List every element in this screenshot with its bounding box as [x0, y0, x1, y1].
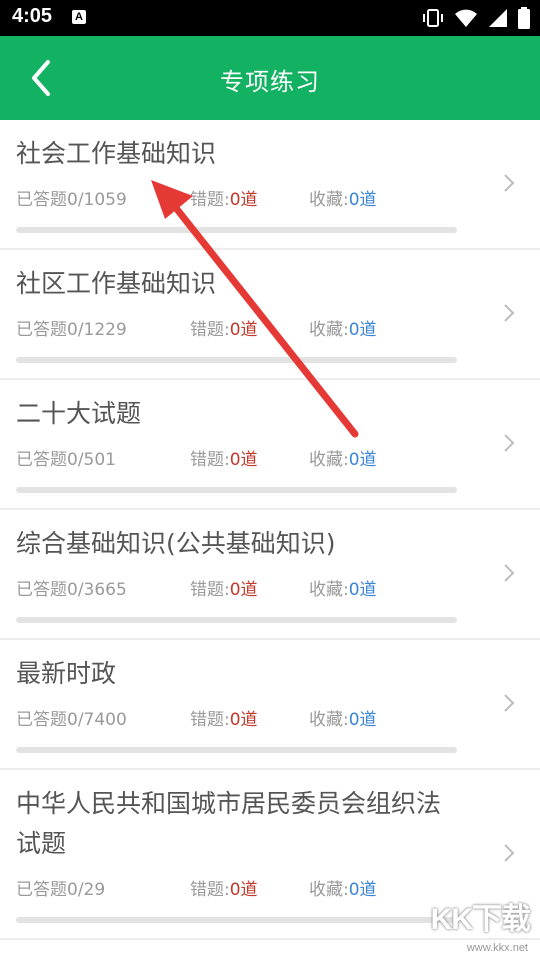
practice-list: 社会工作基础知识 已答题0/1059 错题:0道 收藏:0道 社区工作基础知识 … [0, 120, 540, 940]
item-title: 综合基础知识(公共基础知识) [16, 529, 336, 558]
item-title: 中华人民共和国城市居民委员会组织法试题 [16, 789, 442, 858]
chevron-right-icon [504, 434, 515, 452]
list-item[interactable]: 二十大试题 已答题0/501 错题:0道 收藏:0道 [0, 380, 540, 510]
item-meta: 已答题0/7400 错题:0道 收藏:0道 [16, 708, 496, 732]
answered-count: 已答题0/29 [16, 880, 106, 900]
item-title: 社会工作基础知识 [16, 139, 217, 168]
list-item[interactable]: 社会工作基础知识 已答题0/1059 错题:0道 收藏:0道 [0, 120, 540, 250]
status-bar: 4:05 A [0, 0, 540, 36]
item-meta: 已答题0/3665 错题:0道 收藏:0道 [16, 578, 496, 602]
answered-count: 已答题0/3665 [16, 580, 127, 600]
notification-icon: A [72, 10, 86, 24]
answered-count: 已答题0/1059 [16, 190, 127, 210]
favorite-count: 收藏:0道 [309, 450, 377, 470]
signal-icon [489, 9, 507, 27]
header: 专项练习 [0, 36, 540, 120]
progress-bar [16, 487, 457, 493]
favorite-count: 收藏:0道 [309, 190, 377, 210]
favorite-count: 收藏:0道 [309, 320, 377, 340]
favorite-count: 收藏:0道 [309, 580, 377, 600]
list-item[interactable]: 最新时政 已答题0/7400 错题:0道 收藏:0道 [0, 640, 540, 770]
favorite-count: 收藏:0道 [309, 710, 377, 730]
wrong-count: 错题:0道 [190, 450, 258, 470]
wifi-icon [455, 9, 477, 27]
item-meta: 已答题0/1059 错题:0道 收藏:0道 [16, 188, 496, 212]
list-item[interactable]: 综合基础知识(公共基础知识) 已答题0/3665 错题:0道 收藏:0道 [0, 510, 540, 640]
status-icons [422, 6, 530, 30]
item-title: 社区工作基础知识 [16, 269, 217, 298]
progress-bar [16, 227, 457, 233]
answered-count: 已答题0/501 [16, 450, 116, 470]
battery-icon [518, 7, 530, 29]
list-item[interactable]: 社区工作基础知识 已答题0/1229 错题:0道 收藏:0道 [0, 250, 540, 380]
progress-bar [16, 917, 457, 923]
wrong-count: 错题:0道 [190, 580, 258, 600]
answered-count: 已答题0/1229 [16, 320, 127, 340]
item-meta: 已答题0/1229 错题:0道 收藏:0道 [16, 318, 496, 342]
wrong-count: 错题:0道 [190, 880, 258, 900]
item-meta: 已答题0/501 错题:0道 收藏:0道 [16, 448, 496, 472]
progress-bar [16, 747, 457, 753]
progress-bar [16, 357, 457, 363]
chevron-right-icon [504, 694, 515, 712]
wrong-count: 错题:0道 [190, 320, 258, 340]
page-title: 专项练习 [220, 68, 320, 96]
answered-count: 已答题0/7400 [16, 710, 127, 730]
item-title: 最新时政 [16, 659, 117, 688]
watermark-logo: KK下载 www.kkx.net [410, 894, 531, 954]
status-time: 4:05 [12, 5, 53, 27]
vibrate-icon [423, 9, 443, 27]
watermark-url: www.kkx.net [466, 942, 528, 954]
chevron-right-icon [504, 564, 515, 582]
progress-bar [16, 617, 457, 623]
chevron-right-icon [504, 844, 515, 862]
favorite-count: 收藏:0道 [309, 880, 377, 900]
chevron-right-icon [504, 174, 515, 192]
wrong-count: 错题:0道 [190, 190, 258, 210]
item-title: 二十大试题 [16, 399, 142, 428]
chevron-right-icon [504, 304, 515, 322]
watermark-text: KK下载 [430, 903, 531, 936]
wrong-count: 错题:0道 [190, 710, 258, 730]
